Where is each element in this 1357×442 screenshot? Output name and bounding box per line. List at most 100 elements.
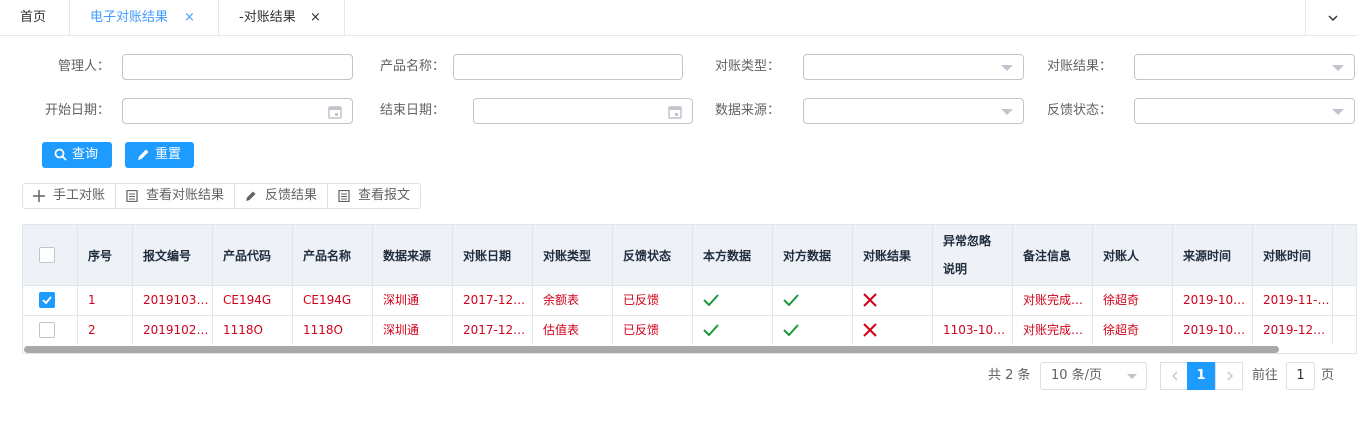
cell-product-name: 1118O bbox=[293, 316, 373, 345]
header-cell: 产品代码 bbox=[213, 225, 293, 285]
check-icon bbox=[783, 324, 799, 337]
manual-recon-label: 手工对账 bbox=[53, 188, 106, 203]
cell-other-data bbox=[773, 286, 853, 315]
view-recon-result-button[interactable]: 查看对账结果 bbox=[116, 184, 236, 208]
cell-recon-type: 余额表 bbox=[533, 286, 613, 315]
caret-down-icon bbox=[1332, 109, 1344, 115]
check-icon bbox=[703, 324, 719, 337]
manager-input[interactable] bbox=[122, 54, 353, 80]
cell-data-source: 深圳通 bbox=[373, 286, 453, 315]
manual-recon-button[interactable]: 手工对账 bbox=[23, 184, 117, 208]
row-select-cell bbox=[23, 316, 78, 345]
close-icon[interactable]: × bbox=[310, 0, 321, 36]
tab-home-label: 首页 bbox=[20, 10, 47, 25]
end-date-label: 结束日期： bbox=[379, 103, 445, 118]
cell-recon-date: 2017-12… bbox=[453, 286, 533, 315]
product-name-label: 产品名称： bbox=[379, 59, 445, 74]
tab-home[interactable]: 首页 bbox=[0, 0, 70, 36]
table-row[interactable]: 2 2019102… 1118O 1118O 深圳通 2017-12… 估值表 … bbox=[23, 315, 1356, 345]
page-size-select[interactable]: 10 条/页 bbox=[1040, 362, 1147, 390]
header-select-all bbox=[23, 225, 78, 285]
cell-remark: 对账完成… bbox=[1013, 286, 1093, 315]
tab-label: -对账结果 bbox=[239, 10, 296, 25]
manager-label: 管理人： bbox=[57, 59, 110, 74]
view-message-button[interactable]: 查看报文 bbox=[328, 184, 420, 208]
reset-button[interactable]: 重置 bbox=[125, 142, 194, 168]
table-toolbar: 手工对账 查看对账结果 反馈结果 查看报文 bbox=[22, 183, 422, 209]
product-name-input[interactable] bbox=[453, 54, 683, 80]
cell-remark: 对账完成… bbox=[1013, 316, 1093, 345]
current-page-button[interactable]: 1 bbox=[1187, 362, 1215, 390]
cell-recon-time: 2019-11-… bbox=[1253, 286, 1333, 315]
recon-result-table: 序号 报文编号 产品代码 产品名称 数据来源 对账日期 对账类型 反馈状态 本方… bbox=[22, 224, 1357, 354]
chevron-right-icon bbox=[1227, 371, 1233, 381]
cross-icon bbox=[863, 323, 877, 337]
prev-page-button[interactable] bbox=[1160, 362, 1188, 390]
start-date-input[interactable] bbox=[122, 98, 353, 124]
checkmark-icon bbox=[42, 296, 52, 305]
check-icon bbox=[703, 294, 719, 307]
header-line: 说明 bbox=[943, 262, 968, 276]
row-select-cell bbox=[23, 286, 78, 315]
goto-suffix: 页 bbox=[1321, 368, 1335, 383]
header-cell-two-line: 异常忽略 说明 bbox=[933, 225, 1013, 285]
cell-feedback-status: 已反馈 bbox=[613, 316, 693, 345]
next-page-button[interactable] bbox=[1215, 362, 1243, 390]
data-source-select[interactable] bbox=[803, 98, 1024, 124]
cell-product-code: 1118O bbox=[213, 316, 293, 345]
header-line: 异常忽略 bbox=[943, 234, 992, 248]
cell-other-data bbox=[773, 316, 853, 345]
tab-bar: 首页 电子对账结果 × -对账结果 × bbox=[0, 0, 1357, 37]
cell-recon-result bbox=[853, 286, 933, 315]
start-date-label: 开始日期： bbox=[44, 103, 110, 118]
feedback-result-label: 反馈结果 bbox=[265, 188, 318, 203]
cell-reconciler: 徐超奇 bbox=[1093, 316, 1173, 345]
cross-icon bbox=[863, 293, 877, 307]
header-cell: 对账人 bbox=[1093, 225, 1173, 285]
table-row[interactable]: 1 2019103… CE194G CE194G 深圳通 2017-12… 余额… bbox=[23, 285, 1356, 315]
caret-down-icon bbox=[1127, 374, 1137, 379]
header-cell: 产品名称 bbox=[293, 225, 373, 285]
goto-page-input[interactable]: 1 bbox=[1286, 362, 1315, 390]
goto-prefix: 前往 bbox=[1252, 368, 1279, 383]
tab-menu-button[interactable] bbox=[1305, 0, 1357, 36]
feedback-result-button[interactable]: 反馈结果 bbox=[235, 184, 329, 208]
cell-message-no: 2019103… bbox=[133, 286, 213, 315]
cell-data-source: 深圳通 bbox=[373, 316, 453, 345]
check-icon bbox=[783, 294, 799, 307]
caret-down-icon bbox=[1001, 109, 1013, 115]
cell-source-time: 2019-10… bbox=[1173, 316, 1253, 345]
header-cell: 来源时间 bbox=[1173, 225, 1253, 285]
recon-result-select[interactable] bbox=[1134, 54, 1355, 80]
main-content: 管理人： 产品名称： 对账类型： 对账结果： 开始日期： 结束日期： 数据来源：… bbox=[10, 44, 1357, 442]
recon-type-select[interactable] bbox=[803, 54, 1024, 80]
chevron-down-icon bbox=[1328, 15, 1338, 21]
horizontal-scrollbar[interactable] bbox=[24, 346, 1279, 353]
table-header: 序号 报文编号 产品代码 产品名称 数据来源 对账日期 对账类型 反馈状态 本方… bbox=[23, 225, 1356, 285]
select-all-checkbox[interactable] bbox=[39, 247, 55, 263]
calendar-icon bbox=[328, 106, 342, 119]
header-cell: 对账日期 bbox=[453, 225, 533, 285]
cell-message-no: 2019102… bbox=[133, 316, 213, 345]
row-checkbox[interactable] bbox=[39, 322, 55, 338]
feedback-status-select[interactable] bbox=[1134, 98, 1355, 124]
pager-total: 共 2 条 bbox=[988, 368, 1031, 383]
header-cell: 对账结果 bbox=[853, 225, 933, 285]
cell-source-time: 2019-10… bbox=[1173, 286, 1253, 315]
pencil-icon bbox=[246, 191, 256, 201]
header-cell: 备注信息 bbox=[1013, 225, 1093, 285]
reset-button-label: 重置 bbox=[155, 147, 182, 162]
tab-electronic-recon-result[interactable]: 电子对账结果 × bbox=[70, 0, 219, 37]
close-icon[interactable]: × bbox=[184, 0, 195, 36]
tab-recon-result[interactable]: -对账结果 × bbox=[219, 0, 345, 36]
cell-recon-type: 估值表 bbox=[533, 316, 613, 345]
end-date-input[interactable] bbox=[473, 98, 693, 124]
header-cell: 对方数据 bbox=[773, 225, 853, 285]
cell-product-code: CE194G bbox=[213, 286, 293, 315]
cell-recon-result bbox=[853, 316, 933, 345]
header-cell: 序号 bbox=[78, 225, 133, 285]
cell-own-data bbox=[693, 316, 773, 345]
view-recon-result-label: 查看对账结果 bbox=[146, 188, 225, 203]
row-checkbox[interactable] bbox=[39, 292, 55, 308]
query-button[interactable]: 查询 bbox=[42, 142, 112, 168]
